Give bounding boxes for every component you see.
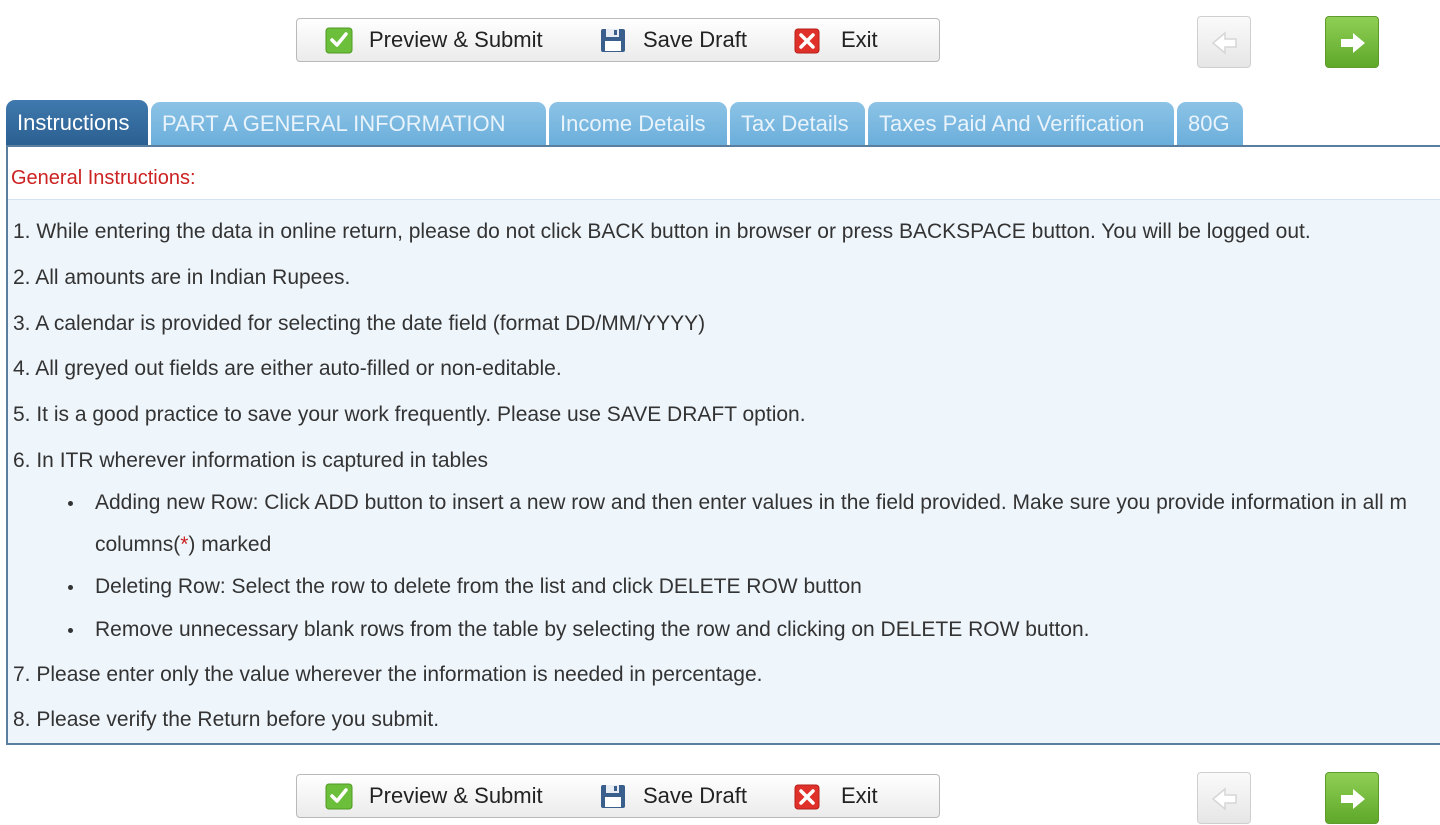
sub-instruction-continuation: columns(*) marked: [95, 533, 271, 557]
green-check-icon: [325, 782, 353, 810]
next-page-button[interactable]: [1325, 16, 1379, 68]
instruction-item: 4. All greyed out fields are either auto…: [13, 357, 562, 380]
instruction-item: 2. All amounts are in Indian Rupees.: [13, 266, 351, 289]
sub-instruction-text: Deleting Row: Select the row to delete f…: [95, 575, 862, 598]
tab-instructions[interactable]: Instructions: [6, 100, 148, 146]
exit-label: Exit: [841, 783, 878, 808]
instruction-item: 1. While entering the data in online ret…: [13, 220, 1311, 243]
instructions-list: 1. While entering the data in online ret…: [8, 199, 1440, 743]
left-arrow-icon: [1211, 31, 1237, 55]
previous-page-button[interactable]: [1197, 16, 1251, 68]
green-check-icon: [325, 26, 353, 54]
tab-80g[interactable]: 80G: [1177, 102, 1243, 146]
tab-part-a-general-information[interactable]: PART A GENERAL INFORMATION: [151, 102, 546, 146]
marked-suffix: ) marked: [188, 533, 272, 556]
left-arrow-icon: [1211, 787, 1237, 811]
right-arrow-icon: [1341, 789, 1365, 809]
instructions-panel: General Instructions: 1. While entering …: [6, 145, 1440, 745]
red-x-icon: [793, 26, 821, 54]
instruction-item: 6. In ITR wherever information is captur…: [13, 449, 489, 472]
tab-income-details[interactable]: Income Details: [549, 102, 727, 146]
instruction-item: 3. A calendar is provided for selecting …: [13, 312, 706, 335]
next-page-button[interactable]: [1325, 772, 1379, 824]
preview-submit-label: Preview & Submit: [369, 27, 543, 52]
red-x-icon: [793, 782, 821, 810]
bottom-toolbar: Preview & Submit Save Draft Exit: [296, 774, 940, 818]
general-instructions-title: General Instructions:: [11, 167, 196, 189]
save-draft-button[interactable]: Save Draft: [599, 775, 747, 817]
tab-bar: Instructions PART A GENERAL INFORMATION …: [6, 100, 1246, 146]
preview-submit-label: Preview & Submit: [369, 783, 543, 808]
instruction-item: 5. It is a good practice to save your wo…: [13, 403, 806, 426]
save-draft-label: Save Draft: [643, 783, 747, 808]
previous-page-button[interactable]: [1197, 772, 1251, 824]
sub-instruction-text: Remove unnecessary blank rows from the t…: [95, 618, 1090, 641]
columns-prefix: columns(: [95, 533, 181, 556]
save-draft-button[interactable]: Save Draft: [599, 19, 747, 61]
preview-submit-button[interactable]: Preview & Submit: [325, 19, 543, 61]
floppy-disk-icon: [599, 782, 627, 810]
top-toolbar: Preview & Submit Save Draft Exit: [296, 18, 940, 62]
instruction-item: 8. Please verify the Return before you s…: [13, 708, 440, 731]
tab-taxes-paid-and-verification[interactable]: Taxes Paid And Verification: [868, 102, 1174, 146]
sub-instruction-text: Adding new Row: Click ADD button to inse…: [95, 491, 1408, 514]
tab-tax-details[interactable]: Tax Details: [730, 102, 865, 146]
instruction-item: 7. Please enter only the value wherever …: [13, 663, 763, 686]
save-draft-label: Save Draft: [643, 27, 747, 52]
exit-label: Exit: [841, 27, 878, 52]
exit-button[interactable]: Exit: [793, 19, 878, 61]
exit-button[interactable]: Exit: [793, 775, 878, 817]
floppy-disk-icon: [599, 26, 627, 54]
preview-submit-button[interactable]: Preview & Submit: [325, 775, 543, 817]
right-arrow-icon: [1341, 33, 1365, 53]
